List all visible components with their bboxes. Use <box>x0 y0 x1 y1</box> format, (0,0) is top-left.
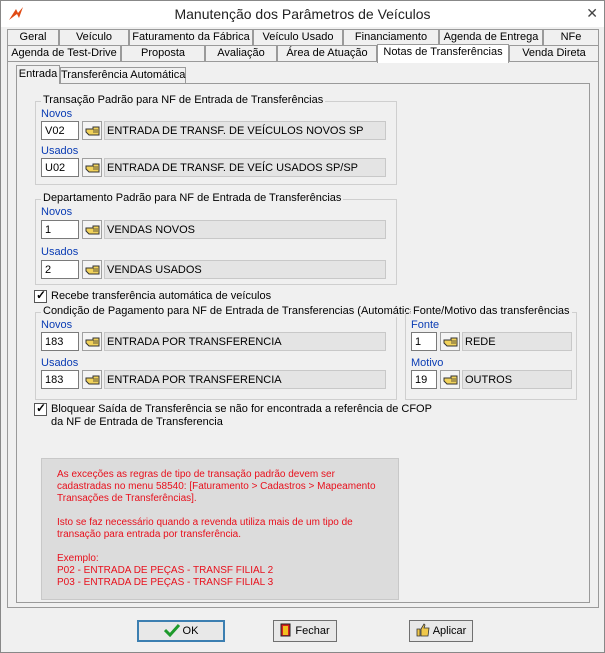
fonte-description: REDE <box>462 332 572 351</box>
bloquear-saida-label-line1: Bloquear Saída de Transferência se não f… <box>51 403 432 415</box>
pointing-hand-icon <box>85 375 100 385</box>
checkmark-icon: ✓ <box>36 288 47 302</box>
tab-notas-transferencias[interactable]: Notas de Transferências <box>377 44 509 63</box>
fechar-button[interactable]: Fechar <box>273 620 337 642</box>
condicao-novos-lookup-button[interactable] <box>82 332 102 351</box>
tab-agenda-test-drive[interactable]: Agenda de Test-Drive <box>7 45 121 62</box>
pointing-hand-icon <box>443 375 458 385</box>
notice-paragraph-2: Isto se faz necessário quando a revenda … <box>57 517 353 540</box>
pointing-hand-icon <box>85 126 100 136</box>
tab-veiculo[interactable]: Veículo <box>59 29 129 46</box>
thumbs-up-icon <box>416 623 430 637</box>
condicao-usados-label: Usados <box>41 357 79 369</box>
departamento-usados-label: Usados <box>41 246 79 258</box>
transacao-usados-label: Usados <box>41 145 79 157</box>
tab-avaliacao[interactable]: Avaliação <box>205 45 277 62</box>
recebe-transferencia-label: Recebe transferência automática de veícu… <box>51 290 272 302</box>
tab-venda-direta[interactable]: Venda Direta <box>509 45 599 62</box>
departamento-novos-label: Novos <box>41 206 73 218</box>
notas-transferencias-panel: Entrada Transferência Automática Transaç… <box>7 61 599 608</box>
fonte-label: Fonte <box>411 319 440 331</box>
condicao-usados-description: ENTRADA POR TRANSFERENCIA <box>104 370 386 389</box>
pointing-hand-icon <box>85 225 100 235</box>
window-title: Manutenção dos Parâmetros de Veículos <box>174 6 431 22</box>
checkmark-icon: ✓ <box>36 401 47 415</box>
motivo-label: Motivo <box>411 357 444 369</box>
tab-area-atuacao[interactable]: Área de Atuação <box>277 45 377 62</box>
fonte-motivo-group-title: Fonte/Motivo das transferências <box>411 305 572 317</box>
subtab-transferencia-automatica[interactable]: Transferência Automática <box>60 67 186 83</box>
notice-example-2: P03 - ENTRADA DE PEÇAS - TRANSF FILIAL 3 <box>57 577 274 588</box>
fechar-button-label: Fechar <box>295 625 330 637</box>
departamento-group-title: Departamento Padrão para NF de Entrada d… <box>41 192 344 204</box>
tab-proposta[interactable]: Proposta <box>121 45 205 62</box>
bloquear-saida-label-line2: da NF de Entrada de Transferencia <box>51 416 223 428</box>
departamento-usados-lookup-button[interactable] <box>82 260 102 279</box>
notice-paragraph-1: As exceções as regras de tipo de transaç… <box>57 469 376 504</box>
title-bar: Manutenção dos Parâmetros de Veículos ✕ <box>1 1 604 27</box>
exceptions-notice: As exceções as regras de tipo de transaç… <box>41 458 399 600</box>
transacao-novos-code-input[interactable] <box>41 121 79 140</box>
notice-example-heading: Exemplo: <box>57 553 99 564</box>
departamento-novos-description: VENDAS NOVOS <box>104 220 386 239</box>
condicao-group-title: Condição de Pagamento para NF de Entrada… <box>41 305 422 317</box>
motivo-description: OUTROS <box>462 370 572 389</box>
pointing-hand-icon <box>443 337 458 347</box>
departamento-novos-code-input[interactable] <box>41 220 79 239</box>
bloquear-saida-checkbox[interactable]: ✓ <box>34 401 47 416</box>
aplicar-button[interactable]: Aplicar <box>409 620 473 642</box>
notice-paragraph-3: Exemplo: P02 - ENTRADA DE PEÇAS - TRANSF… <box>57 553 383 589</box>
departamento-usados-description: VENDAS USADOS <box>104 260 386 279</box>
transacao-group-title: Transação Padrão para NF de Entrada de T… <box>41 94 326 106</box>
tab-row-2: Agenda de Test-Drive Proposta Avaliação … <box>7 44 599 63</box>
ok-button-label: OK <box>182 625 199 637</box>
condicao-novos-label: Novos <box>41 319 73 331</box>
tab-row-1: Geral Veículo Faturamento da Fábrica Veí… <box>7 29 599 46</box>
transacao-novos-description: ENTRADA DE TRANSF. DE VEÍCULOS NOVOS SP <box>104 121 386 140</box>
tab-nfe[interactable]: NFe <box>543 29 599 46</box>
aplicar-button-label: Aplicar <box>432 625 467 637</box>
bloquear-saida-label: Bloquear Saída de Transferência se não f… <box>51 403 432 429</box>
pointing-hand-icon <box>85 337 100 347</box>
subtab-entrada[interactable]: Entrada <box>16 65 60 84</box>
departamento-novos-lookup-button[interactable] <box>82 220 102 239</box>
fonte-code-input[interactable] <box>411 332 437 351</box>
condicao-pagamento-group: Condição de Pagamento para NF de Entrada… <box>35 305 422 400</box>
recebe-transferencia-checkbox[interactable]: ✓ <box>34 288 47 303</box>
departamento-usados-code-input[interactable] <box>41 260 79 279</box>
transacao-usados-description: ENTRADA DE TRANSF. DE VEÍC USADOS SP/SP <box>104 158 386 177</box>
close-icon[interactable]: ✕ <box>586 5 598 22</box>
main-window: Manutenção dos Parâmetros de Veículos ✕ … <box>0 0 605 653</box>
condicao-novos-code-input[interactable] <box>41 332 79 351</box>
condicao-usados-lookup-button[interactable] <box>82 370 102 389</box>
entrada-panel: Transação Padrão para NF de Entrada de T… <box>16 83 590 603</box>
condicao-usados-code-input[interactable] <box>41 370 79 389</box>
motivo-code-input[interactable] <box>411 370 437 389</box>
transacao-novos-label: Novos <box>41 108 73 120</box>
pointing-hand-icon <box>85 163 100 173</box>
fonte-lookup-button[interactable] <box>440 332 460 351</box>
departamento-group: Departamento Padrão para NF de Entrada d… <box>35 192 397 285</box>
condicao-novos-description: ENTRADA POR TRANSFERENCIA <box>104 332 386 351</box>
transacao-group: Transação Padrão para NF de Entrada de T… <box>35 94 397 185</box>
tab-geral[interactable]: Geral <box>7 29 59 46</box>
fonte-motivo-group: Fonte/Motivo das transferências Fonte RE… <box>405 305 577 400</box>
transacao-usados-code-input[interactable] <box>41 158 79 177</box>
transacao-novos-lookup-button[interactable] <box>82 121 102 140</box>
transacao-usados-lookup-button[interactable] <box>82 158 102 177</box>
tab-veiculo-usado[interactable]: Veículo Usado <box>253 29 343 46</box>
pointing-hand-icon <box>85 265 100 275</box>
notice-example-1: P02 - ENTRADA DE PEÇAS - TRANSF FILIAL 2 <box>57 565 274 576</box>
exit-door-icon <box>280 623 291 637</box>
tab-faturamento-fabrica[interactable]: Faturamento da Fábrica <box>129 29 253 46</box>
ok-button[interactable]: OK <box>137 620 225 642</box>
motivo-lookup-button[interactable] <box>440 370 460 389</box>
checkmark-icon <box>163 624 180 638</box>
